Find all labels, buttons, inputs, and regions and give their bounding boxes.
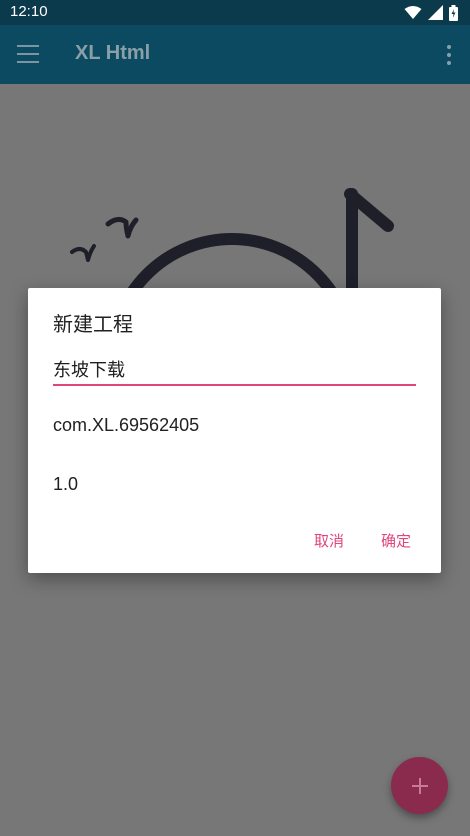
overflow-icon[interactable]: [447, 45, 451, 65]
status-time: 12:10: [10, 3, 48, 20]
signal-icon: [428, 5, 443, 20]
wifi-icon: [404, 6, 422, 19]
add-fab-button[interactable]: [391, 757, 448, 814]
project-name-input[interactable]: [53, 354, 416, 386]
cancel-button[interactable]: 取消: [314, 530, 344, 551]
menu-icon[interactable]: [17, 45, 39, 63]
battery-icon: [449, 4, 458, 21]
status-bar: 12:10: [0, 0, 470, 25]
app-title: XL Html: [75, 42, 151, 64]
confirm-button[interactable]: 确定: [381, 530, 411, 551]
app-bar: XL Html: [0, 25, 470, 84]
add-icon: [411, 777, 428, 794]
dialog-title: 新建工程: [53, 312, 133, 336]
new-project-dialog: 新建工程 com.XL.69562405 1.0 取消 确定: [28, 288, 441, 573]
status-icons: [404, 4, 458, 21]
version-field[interactable]: 1.0: [53, 474, 78, 495]
package-name-field[interactable]: com.XL.69562405: [53, 415, 199, 436]
